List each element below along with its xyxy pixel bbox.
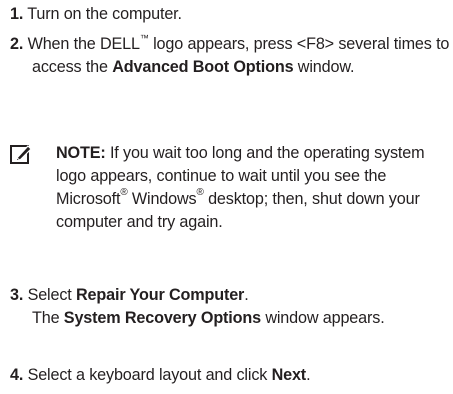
step-4-bold: Next (271, 366, 307, 384)
step-3-text-pre: Select (27, 286, 76, 304)
trademark-symbol: ™ (139, 33, 149, 43)
step-3-text-post: . (244, 286, 249, 304)
step-3: 3. Select Repair Your Computer. The Syst… (10, 284, 450, 330)
registered-symbol-1: ® (120, 187, 128, 198)
step-2-number: 2. (10, 35, 24, 53)
step-2-text-post: window. (293, 58, 355, 76)
step-3-number: 3. (10, 286, 24, 304)
note-text-2: Windows (127, 190, 197, 208)
step-1-text: Turn on the computer. (27, 5, 182, 23)
step-4-number: 4. (10, 366, 24, 384)
step-1: 1. Turn on the computer. (10, 3, 450, 26)
step-3-line2-post: window appears. (260, 309, 385, 327)
step-2-text-pre: When the DELL (27, 35, 140, 53)
note-label: NOTE: (56, 144, 106, 162)
step-1-number: 1. (10, 5, 24, 23)
pencil-note-icon (10, 145, 32, 164)
note-text: NOTE: If you wait too long and the opera… (56, 142, 451, 234)
step-4-text-pre: Select a keyboard layout and click (27, 366, 272, 384)
step-3-line2-pre: The (32, 309, 64, 327)
registered-symbol-2: ® (196, 187, 204, 198)
step-3-bold: Repair Your Computer (76, 286, 245, 304)
step-2-bold: Advanced Boot Options (112, 58, 294, 76)
step-4: 4. Select a keyboard layout and click Ne… (10, 364, 450, 387)
step-2: 2. When the DELL™ logo appears, press <F… (10, 33, 450, 79)
step-3-line2-bold: System Recovery Options (63, 309, 261, 327)
step-4-text-post: . (306, 366, 311, 384)
